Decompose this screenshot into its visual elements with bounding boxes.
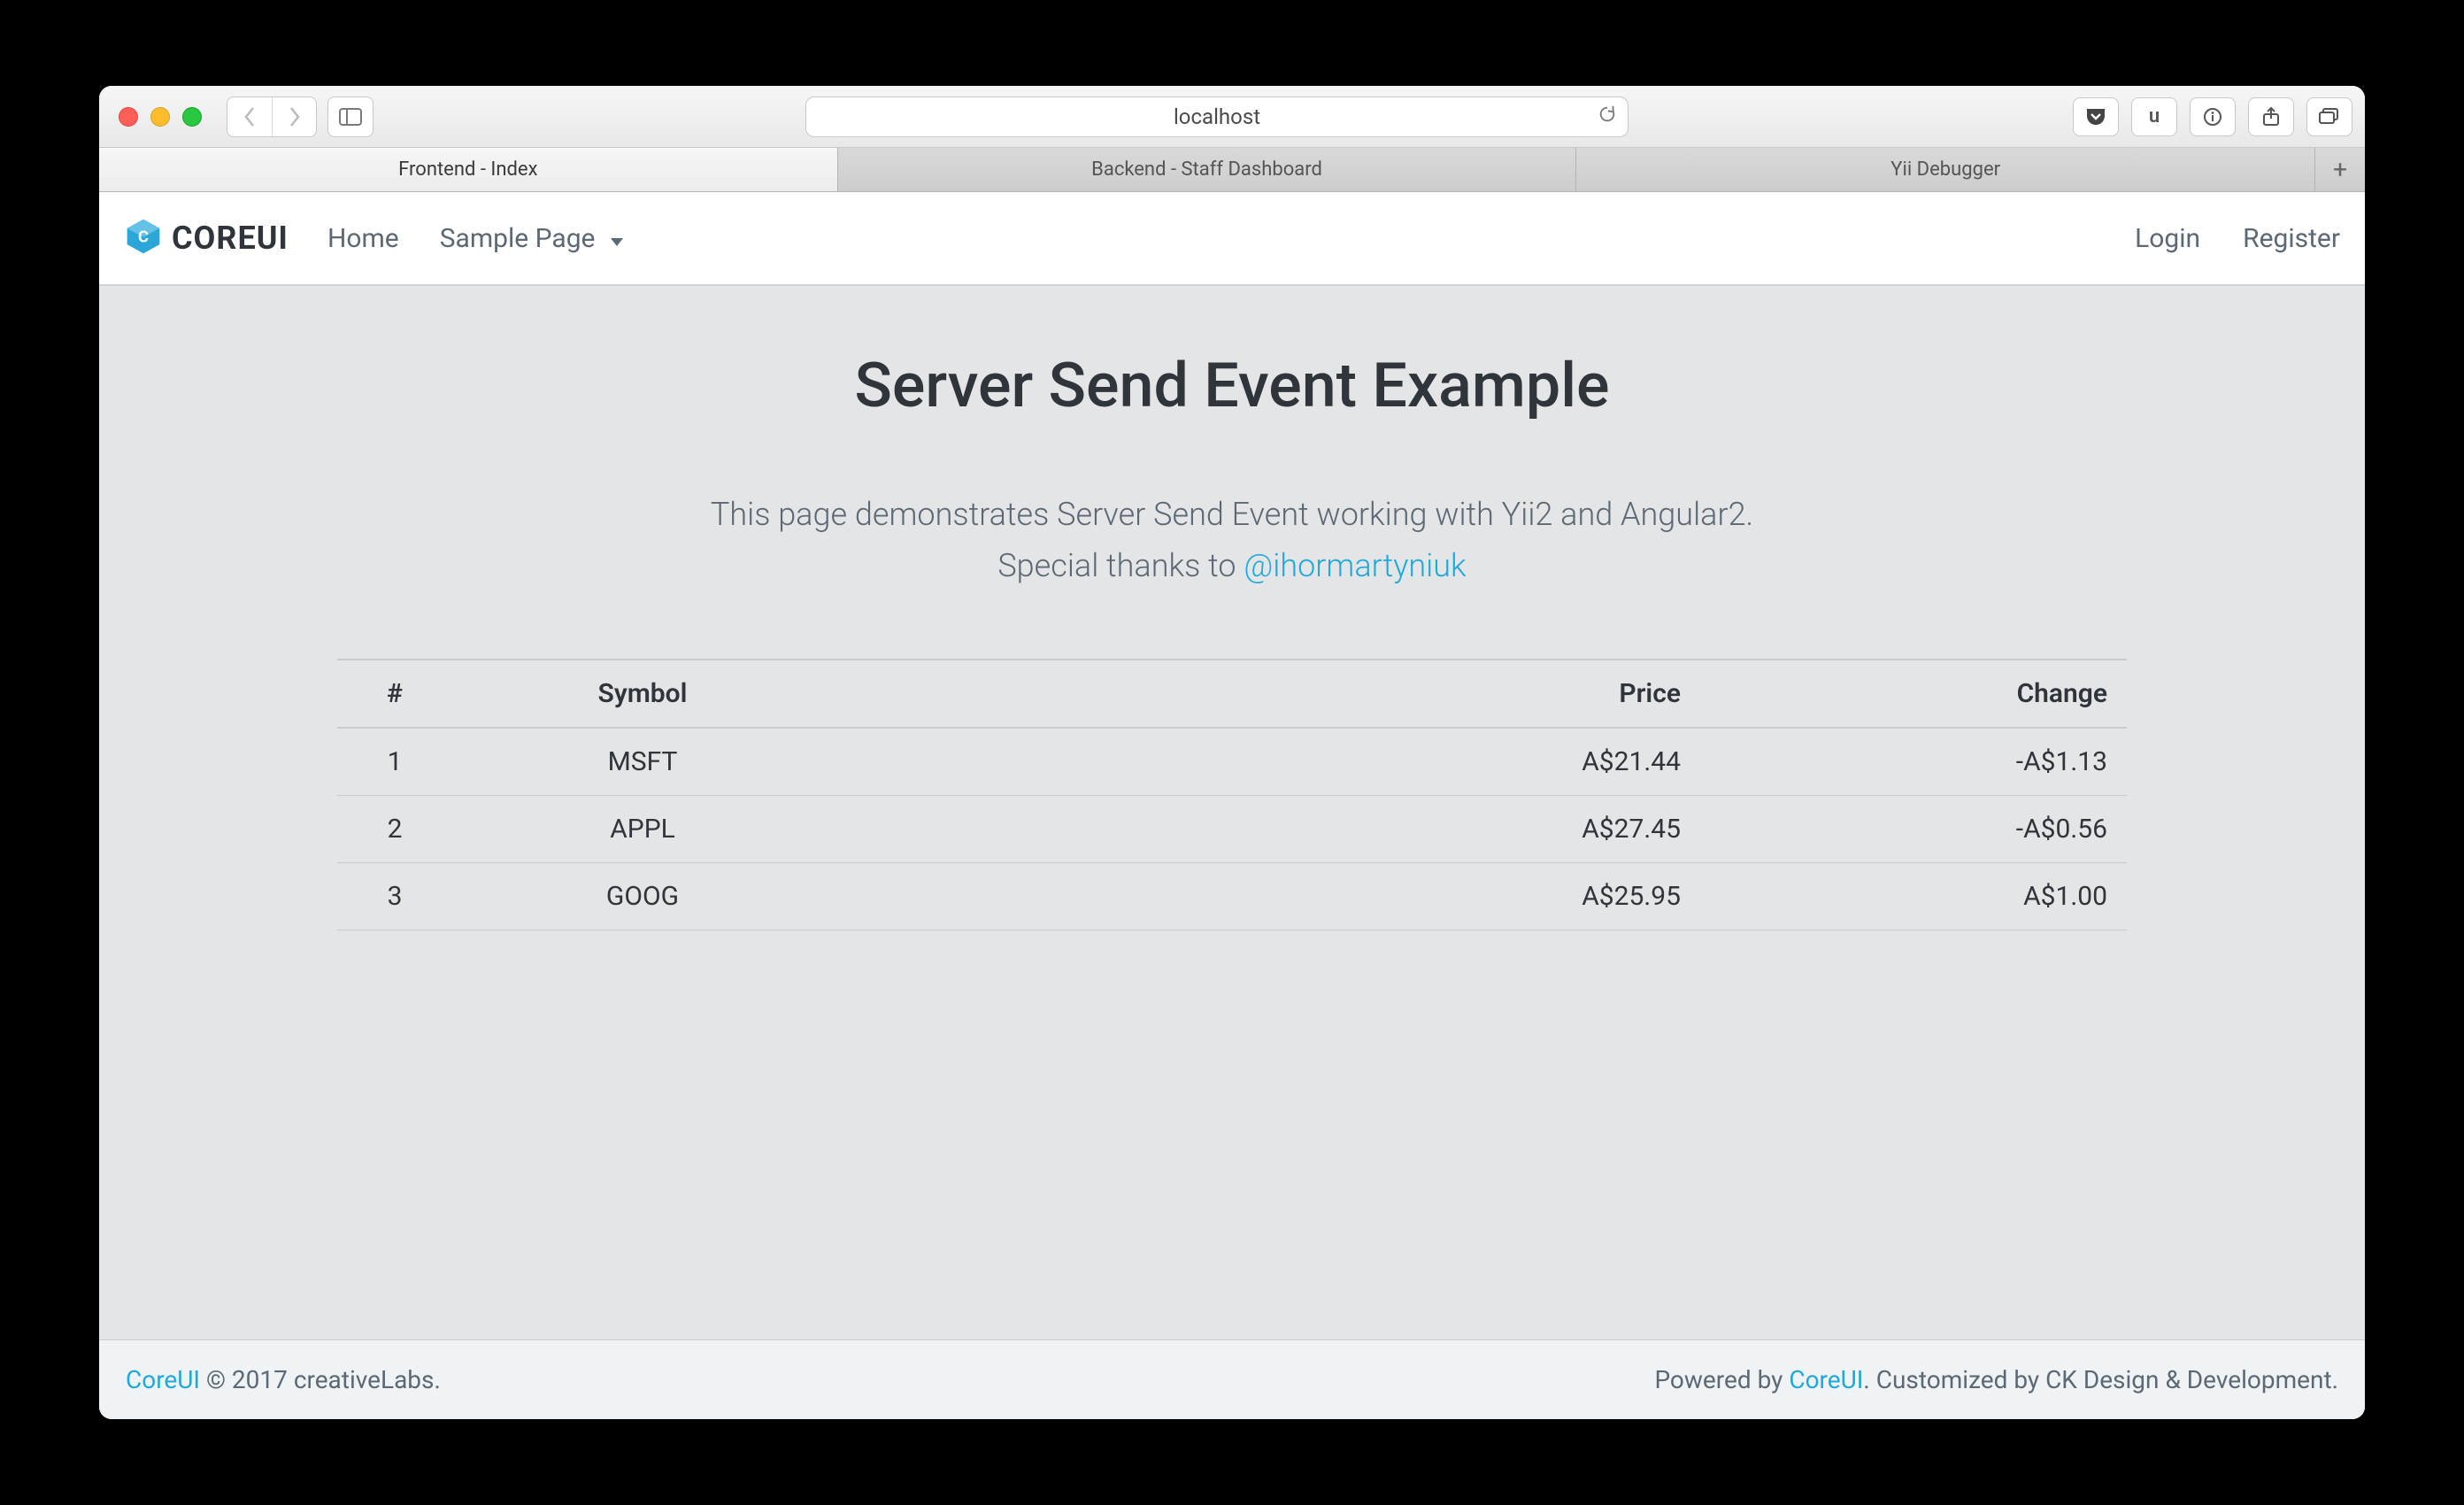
toolbar-right: u (2073, 97, 2352, 136)
browser-tabstrip: Frontend - Index Backend - Staff Dashboa… (99, 148, 2365, 192)
th-symbol: Symbol (452, 660, 833, 728)
footer-left: CoreUI © 2017 creativeLabs. (126, 1365, 441, 1394)
table-header-row: # Symbol Price Change (337, 660, 2127, 728)
table-row: 2 APPL A$27.45 -A$0.56 (337, 796, 2127, 863)
footer-right: Powered by CoreUI. Customized by CK Desi… (1654, 1365, 2338, 1394)
titlebar: localhost u (99, 86, 2365, 148)
share-button[interactable] (2248, 97, 2294, 136)
brand-text: COREUI (172, 220, 289, 257)
brand[interactable]: C COREUI (124, 217, 289, 259)
info-button[interactable] (2190, 97, 2236, 136)
nav-login[interactable]: Login (2135, 223, 2200, 254)
browser-tab[interactable]: Frontend - Index (99, 148, 838, 191)
browser-window: localhost u (99, 86, 2365, 1419)
footer-right-link[interactable]: CoreUI (1789, 1365, 1863, 1394)
logo-icon: C (124, 217, 163, 259)
window-zoom-button[interactable] (182, 107, 202, 127)
table-row: 3 GOOG A$25.95 A$1.00 (337, 863, 2127, 930)
browser-tab[interactable]: Yii Debugger (1576, 148, 2315, 191)
ublock-button[interactable]: u (2131, 97, 2177, 136)
show-tabs-button[interactable] (2306, 97, 2352, 136)
browser-tab[interactable]: Backend - Staff Dashboard (838, 148, 1577, 191)
th-price: Price (833, 660, 1700, 728)
page: C COREUI Home Sample Page Login Register… (99, 192, 2365, 1419)
sidebar-button-group (327, 96, 373, 137)
show-sidebar-button[interactable] (328, 97, 373, 136)
main-content: Server Send Event Example This page demo… (99, 286, 2365, 1339)
page-title: Server Send Event Example (854, 350, 1609, 422)
nav-register[interactable]: Register (2243, 223, 2340, 254)
traffic-lights (112, 107, 202, 127)
app-navbar: C COREUI Home Sample Page Login Register (99, 192, 2365, 286)
th-index: # (337, 660, 452, 728)
lead-text-1: This page demonstrates Server Send Event… (711, 490, 1753, 541)
table-row: 1 MSFT A$21.44 -A$1.13 (337, 728, 2127, 796)
svg-text:C: C (138, 228, 149, 246)
lead-text-2: Special thanks to @ihormartyniuk (997, 541, 1466, 592)
footer: CoreUI © 2017 creativeLabs. Powered by C… (99, 1339, 2365, 1419)
thanks-link[interactable]: @ihormartyniuk (1244, 547, 1466, 584)
forward-button[interactable] (272, 97, 316, 136)
price-table: # Symbol Price Change 1 MSFT A$21.44 -A$… (337, 659, 2127, 930)
nav-back-forward (227, 96, 317, 137)
chevron-down-icon (611, 223, 623, 254)
window-close-button[interactable] (119, 107, 138, 127)
window-minimize-button[interactable] (150, 107, 170, 127)
new-tab-button[interactable]: + (2315, 148, 2365, 191)
nav-home[interactable]: Home (327, 223, 399, 254)
back-button[interactable] (227, 97, 272, 136)
address-text: localhost (1174, 104, 1260, 129)
nav-sample-page[interactable]: Sample Page (440, 223, 624, 254)
pocket-button[interactable] (2073, 97, 2119, 136)
th-change: Change (1700, 660, 2127, 728)
footer-left-link[interactable]: CoreUI (126, 1365, 200, 1394)
address-bar[interactable]: localhost (805, 96, 1629, 137)
reload-icon[interactable] (1598, 104, 1617, 129)
